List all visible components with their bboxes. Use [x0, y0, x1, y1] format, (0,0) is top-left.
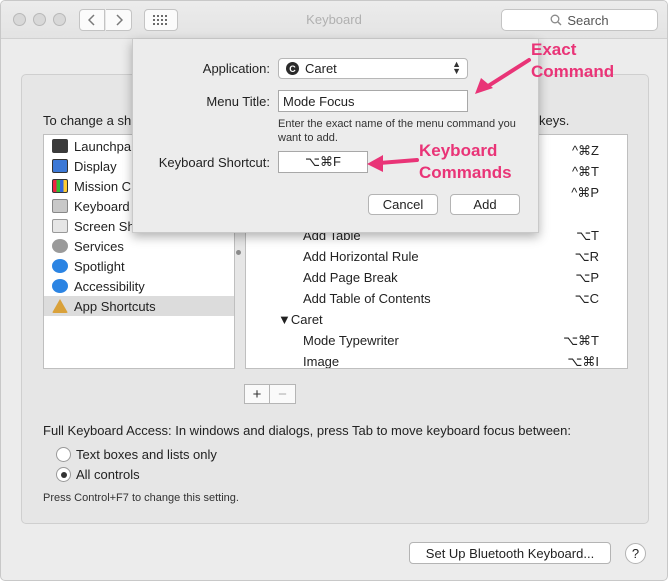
app-shortcuts-icon [52, 299, 68, 313]
search-field[interactable]: Search [501, 9, 658, 31]
shortcut-key: ⌥P [575, 269, 599, 285]
application-value: Caret [305, 61, 337, 76]
category-label: Launchpa [74, 138, 132, 154]
keyboard-shortcut-label: Keyboard Shortcut: [158, 155, 270, 170]
category-label: Accessibility [74, 278, 145, 294]
shortcut-row[interactable]: Add Page Break ⌥P [246, 267, 627, 288]
category-label: App Shortcuts [74, 298, 156, 314]
add-shortcut-button[interactable]: + [244, 384, 270, 404]
search-placeholder: Search [567, 12, 609, 28]
menu-title-value: Mode Focus [283, 93, 355, 109]
category-services[interactable]: Services [44, 236, 234, 256]
setup-bluetooth-keyboard-button[interactable]: Set Up Bluetooth Keyboard... [409, 542, 611, 564]
shortcut-key: ⌥R [574, 248, 599, 264]
help-button[interactable]: ? [625, 543, 646, 564]
shortcut-row[interactable]: Add Horizontal Rule ⌥R [246, 246, 627, 267]
shortcut-key: ^⌘Z [571, 142, 599, 158]
shortcut-key: ⌥⌘T [563, 332, 599, 348]
launchpad-icon [52, 139, 68, 153]
category-app-shortcuts[interactable]: App Shortcuts [44, 296, 234, 316]
application-popup[interactable]: C Caret ▲ ▼ [278, 58, 468, 79]
category-label: Services [74, 238, 124, 254]
annotation-line: Command [531, 62, 615, 81]
cancel-button[interactable]: Cancel [368, 194, 438, 215]
category-label: Keyboard [74, 198, 130, 214]
category-accessibility[interactable]: Accessibility [44, 276, 234, 296]
radio-all-controls-row[interactable]: All controls [56, 467, 140, 482]
shortcut-name: Add Table of Contents [303, 291, 431, 306]
shortcut-row[interactable]: Add Table of Contents ⌥C [246, 288, 627, 309]
category-label: Mission C [74, 178, 132, 194]
annotation-line: Commands [419, 163, 512, 182]
keyboard-icon [52, 199, 68, 213]
title-bar: Keyboard Search [1, 1, 667, 39]
full-keyboard-access-label: Full Keyboard Access: In windows and dia… [43, 423, 571, 438]
shortcut-name: Mode Typewriter [303, 333, 399, 348]
menu-title-label: Menu Title: [206, 94, 270, 109]
radio-text-boxes-label: Text boxes and lists only [76, 447, 217, 462]
remove-shortcut-button[interactable]: − [270, 384, 296, 404]
up-down-chevron-icon: ▲ ▼ [452, 59, 461, 76]
menu-title-field[interactable]: Mode Focus [278, 90, 468, 112]
intro-text-end: keys. [539, 113, 570, 128]
radio-text-boxes-row[interactable]: Text boxes and lists only [56, 447, 217, 462]
keyboard-shortcut-field[interactable]: ⌥⌘F [278, 151, 368, 173]
keyboard-preferences-window: Keyboard Search To change a sh keys. Lau… [0, 0, 668, 581]
accessibility-icon [52, 279, 68, 293]
shortcut-key: ^⌘T [571, 163, 599, 179]
services-icon [52, 239, 68, 253]
caret-app-icon: C [286, 62, 299, 75]
screenshot-icon [52, 219, 68, 233]
control-f7-hint: Press Control+F7 to change this setting. [43, 492, 239, 504]
radio-all-controls-label: All controls [76, 467, 140, 482]
category-spotlight[interactable]: Spotlight [44, 256, 234, 276]
shortcut-name: Add Horizontal Rule [303, 249, 419, 264]
shortcut-key: ^⌘P [571, 184, 599, 200]
keyboard-shortcut-value: ⌥⌘F [305, 154, 341, 169]
shortcut-row[interactable]: Image ⌥⌘I [246, 351, 627, 369]
shortcut-name: Add Page Break [303, 270, 398, 285]
arrow-icon [475, 58, 531, 94]
annotation-keyboard-commands: Keyboard Commands [419, 140, 512, 184]
annotation-line: Exact [531, 40, 577, 59]
spotlight-icon [52, 259, 68, 273]
category-label: Screen Sh [74, 218, 135, 234]
shortcut-key: ⌥C [574, 290, 599, 306]
annotation-line: Keyboard [419, 141, 498, 160]
display-icon [52, 159, 68, 173]
mission-control-icon [52, 179, 68, 193]
shortcut-name: Image [303, 354, 340, 369]
category-label: Display [74, 158, 117, 174]
category-label: Spotlight [74, 258, 125, 274]
arrow-icon [367, 155, 419, 172]
shortcut-key: ⌥⌘I [567, 353, 599, 369]
shortcut-row[interactable]: Mode Typewriter ⌥⌘T [246, 330, 627, 351]
group-row-caret[interactable]: ▼Caret [246, 309, 627, 330]
shortcut-key: ⌥T [576, 227, 599, 243]
group-label: ▼Caret [278, 312, 323, 327]
application-label: Application: [202, 61, 270, 76]
radio-text-boxes[interactable] [56, 447, 71, 462]
add-remove-controls: + − [244, 384, 296, 404]
annotation-exact-command: Exact Command [531, 39, 614, 83]
add-button[interactable]: Add [450, 194, 520, 215]
splitter-handle[interactable] [236, 250, 241, 255]
radio-all-controls[interactable] [56, 467, 71, 482]
intro-text: To change a sh [43, 113, 132, 128]
search-icon [550, 14, 562, 26]
